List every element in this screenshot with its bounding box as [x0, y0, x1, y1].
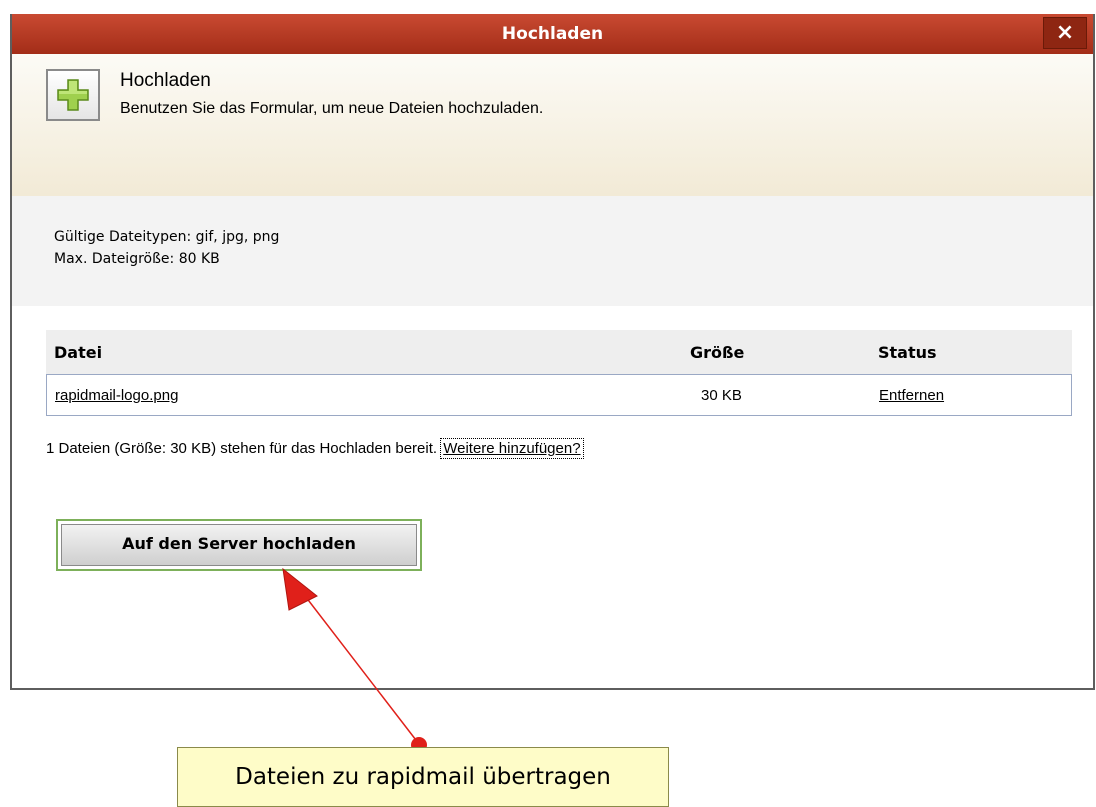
header-title: Hochladen	[120, 70, 211, 91]
summary-text: 1 Dateien (Größe: 30 KB) stehen für das …	[46, 440, 438, 457]
column-size: Größe	[690, 343, 745, 362]
column-file: Datei	[54, 343, 103, 362]
column-status: Status	[878, 343, 937, 362]
upload-dialog: Hochladen × Hochladen Benutzen Sie das F…	[10, 14, 1095, 690]
valid-file-types: Gültige Dateitypen: gif, jpg, png	[54, 229, 280, 245]
file-size: 30 KB	[701, 387, 742, 404]
add-more-link[interactable]: Weitere hinzufügen?	[440, 438, 584, 459]
close-icon[interactable]: ×	[1043, 17, 1087, 49]
table-row: rapidmail-logo.png 30 KB Entfernen	[46, 374, 1072, 416]
file-table: Datei Größe Status rapidmail-logo.png 30…	[46, 330, 1072, 416]
header-subtitle: Benutzen Sie das Formular, um neue Datei…	[120, 100, 544, 117]
plus-icon	[46, 69, 100, 121]
remove-link[interactable]: Entfernen	[879, 387, 944, 404]
upload-button[interactable]: Auf den Server hochladen	[61, 524, 417, 566]
dialog-titlebar: Hochladen ×	[12, 14, 1093, 54]
callout-note: Dateien zu rapidmail übertragen	[177, 747, 669, 807]
dialog-title: Hochladen	[501, 24, 604, 44]
table-header: Datei Größe Status	[46, 330, 1072, 374]
upload-summary: 1 Dateien (Größe: 30 KB) stehen für das …	[46, 438, 584, 459]
max-file-size: Max. Dateigröße: 80 KB	[54, 251, 220, 267]
upload-info: Gültige Dateitypen: gif, jpg, png Max. D…	[12, 196, 1093, 306]
file-name-link[interactable]: rapidmail-logo.png	[55, 387, 178, 404]
upload-button-frame: Auf den Server hochladen	[56, 519, 422, 571]
